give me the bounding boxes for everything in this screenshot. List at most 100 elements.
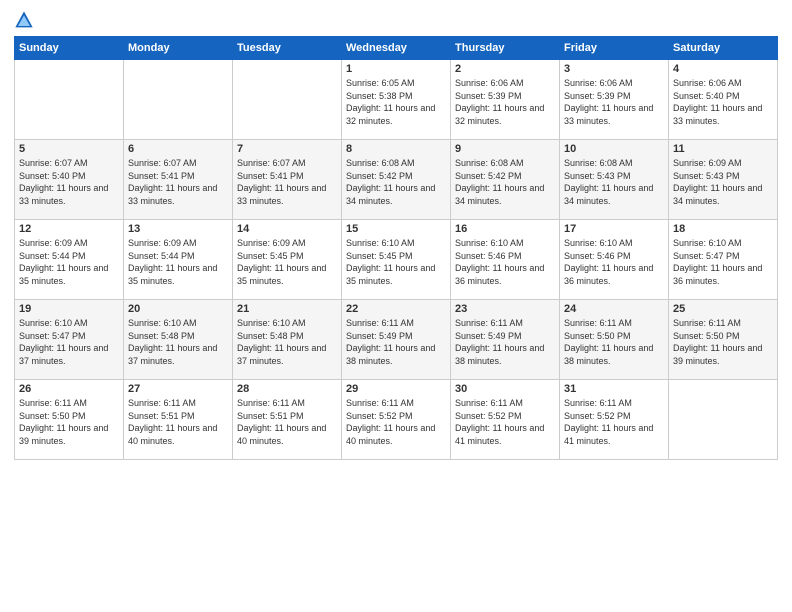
day-info: Sunrise: 6:09 AMSunset: 5:44 PMDaylight:… <box>19 237 119 287</box>
calendar-cell: 21 Sunrise: 6:10 AMSunset: 5:48 PMDaylig… <box>233 300 342 380</box>
day-number: 9 <box>455 143 555 155</box>
weekday-header-saturday: Saturday <box>669 37 778 60</box>
day-number: 25 <box>673 303 773 315</box>
day-info: Sunrise: 6:11 AMSunset: 5:50 PMDaylight:… <box>564 317 664 367</box>
calendar-cell: 29 Sunrise: 6:11 AMSunset: 5:52 PMDaylig… <box>342 380 451 460</box>
day-number: 15 <box>346 223 446 235</box>
calendar-cell: 25 Sunrise: 6:11 AMSunset: 5:50 PMDaylig… <box>669 300 778 380</box>
day-info: Sunrise: 6:10 AMSunset: 5:46 PMDaylight:… <box>455 237 555 287</box>
day-info: Sunrise: 6:06 AMSunset: 5:40 PMDaylight:… <box>673 77 773 127</box>
calendar-cell: 2 Sunrise: 6:06 AMSunset: 5:39 PMDayligh… <box>451 60 560 140</box>
day-info: Sunrise: 6:11 AMSunset: 5:52 PMDaylight:… <box>455 397 555 447</box>
day-info: Sunrise: 6:11 AMSunset: 5:52 PMDaylight:… <box>564 397 664 447</box>
calendar-cell: 14 Sunrise: 6:09 AMSunset: 5:45 PMDaylig… <box>233 220 342 300</box>
calendar-cell: 31 Sunrise: 6:11 AMSunset: 5:52 PMDaylig… <box>560 380 669 460</box>
week-row-5: 26 Sunrise: 6:11 AMSunset: 5:50 PMDaylig… <box>15 380 778 460</box>
week-row-1: 1 Sunrise: 6:05 AMSunset: 5:38 PMDayligh… <box>15 60 778 140</box>
calendar-cell: 13 Sunrise: 6:09 AMSunset: 5:44 PMDaylig… <box>124 220 233 300</box>
day-number: 20 <box>128 303 228 315</box>
day-info: Sunrise: 6:08 AMSunset: 5:43 PMDaylight:… <box>564 157 664 207</box>
day-info: Sunrise: 6:10 AMSunset: 5:47 PMDaylight:… <box>673 237 773 287</box>
day-number: 4 <box>673 63 773 75</box>
calendar-cell: 15 Sunrise: 6:10 AMSunset: 5:45 PMDaylig… <box>342 220 451 300</box>
weekday-header-thursday: Thursday <box>451 37 560 60</box>
calendar-cell: 7 Sunrise: 6:07 AMSunset: 5:41 PMDayligh… <box>233 140 342 220</box>
calendar-cell <box>669 380 778 460</box>
day-number: 22 <box>346 303 446 315</box>
calendar-cell: 20 Sunrise: 6:10 AMSunset: 5:48 PMDaylig… <box>124 300 233 380</box>
weekday-header-tuesday: Tuesday <box>233 37 342 60</box>
day-number: 23 <box>455 303 555 315</box>
calendar-table: SundayMondayTuesdayWednesdayThursdayFrid… <box>14 36 778 460</box>
calendar-cell: 28 Sunrise: 6:11 AMSunset: 5:51 PMDaylig… <box>233 380 342 460</box>
day-info: Sunrise: 6:08 AMSunset: 5:42 PMDaylight:… <box>455 157 555 207</box>
header <box>14 10 778 30</box>
calendar-cell: 9 Sunrise: 6:08 AMSunset: 5:42 PMDayligh… <box>451 140 560 220</box>
day-number: 29 <box>346 383 446 395</box>
calendar-cell: 12 Sunrise: 6:09 AMSunset: 5:44 PMDaylig… <box>15 220 124 300</box>
calendar-cell: 26 Sunrise: 6:11 AMSunset: 5:50 PMDaylig… <box>15 380 124 460</box>
day-info: Sunrise: 6:07 AMSunset: 5:41 PMDaylight:… <box>237 157 337 207</box>
day-info: Sunrise: 6:11 AMSunset: 5:49 PMDaylight:… <box>346 317 446 367</box>
day-info: Sunrise: 6:10 AMSunset: 5:45 PMDaylight:… <box>346 237 446 287</box>
day-info: Sunrise: 6:08 AMSunset: 5:42 PMDaylight:… <box>346 157 446 207</box>
weekday-header-row: SundayMondayTuesdayWednesdayThursdayFrid… <box>15 37 778 60</box>
day-info: Sunrise: 6:11 AMSunset: 5:50 PMDaylight:… <box>19 397 119 447</box>
calendar-cell <box>124 60 233 140</box>
day-info: Sunrise: 6:11 AMSunset: 5:52 PMDaylight:… <box>346 397 446 447</box>
calendar-cell: 1 Sunrise: 6:05 AMSunset: 5:38 PMDayligh… <box>342 60 451 140</box>
day-info: Sunrise: 6:11 AMSunset: 5:49 PMDaylight:… <box>455 317 555 367</box>
day-info: Sunrise: 6:06 AMSunset: 5:39 PMDaylight:… <box>564 77 664 127</box>
day-number: 11 <box>673 143 773 155</box>
logo <box>14 10 38 30</box>
day-info: Sunrise: 6:11 AMSunset: 5:50 PMDaylight:… <box>673 317 773 367</box>
day-info: Sunrise: 6:09 AMSunset: 5:44 PMDaylight:… <box>128 237 228 287</box>
calendar-cell: 19 Sunrise: 6:10 AMSunset: 5:47 PMDaylig… <box>15 300 124 380</box>
calendar-cell: 16 Sunrise: 6:10 AMSunset: 5:46 PMDaylig… <box>451 220 560 300</box>
day-info: Sunrise: 6:10 AMSunset: 5:46 PMDaylight:… <box>564 237 664 287</box>
weekday-header-sunday: Sunday <box>15 37 124 60</box>
week-row-4: 19 Sunrise: 6:10 AMSunset: 5:47 PMDaylig… <box>15 300 778 380</box>
day-number: 21 <box>237 303 337 315</box>
day-info: Sunrise: 6:10 AMSunset: 5:47 PMDaylight:… <box>19 317 119 367</box>
calendar-cell: 23 Sunrise: 6:11 AMSunset: 5:49 PMDaylig… <box>451 300 560 380</box>
day-number: 10 <box>564 143 664 155</box>
weekday-header-friday: Friday <box>560 37 669 60</box>
day-info: Sunrise: 6:10 AMSunset: 5:48 PMDaylight:… <box>128 317 228 367</box>
day-info: Sunrise: 6:07 AMSunset: 5:40 PMDaylight:… <box>19 157 119 207</box>
day-number: 16 <box>455 223 555 235</box>
day-number: 24 <box>564 303 664 315</box>
day-number: 18 <box>673 223 773 235</box>
day-number: 28 <box>237 383 337 395</box>
day-number: 26 <box>19 383 119 395</box>
day-number: 3 <box>564 63 664 75</box>
calendar-cell: 11 Sunrise: 6:09 AMSunset: 5:43 PMDaylig… <box>669 140 778 220</box>
day-info: Sunrise: 6:09 AMSunset: 5:45 PMDaylight:… <box>237 237 337 287</box>
day-number: 6 <box>128 143 228 155</box>
weekday-header-monday: Monday <box>124 37 233 60</box>
day-number: 8 <box>346 143 446 155</box>
week-row-3: 12 Sunrise: 6:09 AMSunset: 5:44 PMDaylig… <box>15 220 778 300</box>
calendar-cell: 27 Sunrise: 6:11 AMSunset: 5:51 PMDaylig… <box>124 380 233 460</box>
day-number: 5 <box>19 143 119 155</box>
calendar-cell <box>15 60 124 140</box>
calendar-cell: 8 Sunrise: 6:08 AMSunset: 5:42 PMDayligh… <box>342 140 451 220</box>
calendar-cell: 3 Sunrise: 6:06 AMSunset: 5:39 PMDayligh… <box>560 60 669 140</box>
weekday-header-wednesday: Wednesday <box>342 37 451 60</box>
calendar-cell: 4 Sunrise: 6:06 AMSunset: 5:40 PMDayligh… <box>669 60 778 140</box>
day-number: 14 <box>237 223 337 235</box>
day-number: 13 <box>128 223 228 235</box>
calendar-cell: 6 Sunrise: 6:07 AMSunset: 5:41 PMDayligh… <box>124 140 233 220</box>
logo-icon <box>14 10 34 30</box>
calendar-cell: 17 Sunrise: 6:10 AMSunset: 5:46 PMDaylig… <box>560 220 669 300</box>
week-row-2: 5 Sunrise: 6:07 AMSunset: 5:40 PMDayligh… <box>15 140 778 220</box>
day-info: Sunrise: 6:11 AMSunset: 5:51 PMDaylight:… <box>237 397 337 447</box>
day-info: Sunrise: 6:06 AMSunset: 5:39 PMDaylight:… <box>455 77 555 127</box>
calendar-cell: 18 Sunrise: 6:10 AMSunset: 5:47 PMDaylig… <box>669 220 778 300</box>
calendar-cell: 10 Sunrise: 6:08 AMSunset: 5:43 PMDaylig… <box>560 140 669 220</box>
day-info: Sunrise: 6:11 AMSunset: 5:51 PMDaylight:… <box>128 397 228 447</box>
day-number: 31 <box>564 383 664 395</box>
calendar-cell <box>233 60 342 140</box>
day-info: Sunrise: 6:10 AMSunset: 5:48 PMDaylight:… <box>237 317 337 367</box>
page: SundayMondayTuesdayWednesdayThursdayFrid… <box>0 0 792 612</box>
